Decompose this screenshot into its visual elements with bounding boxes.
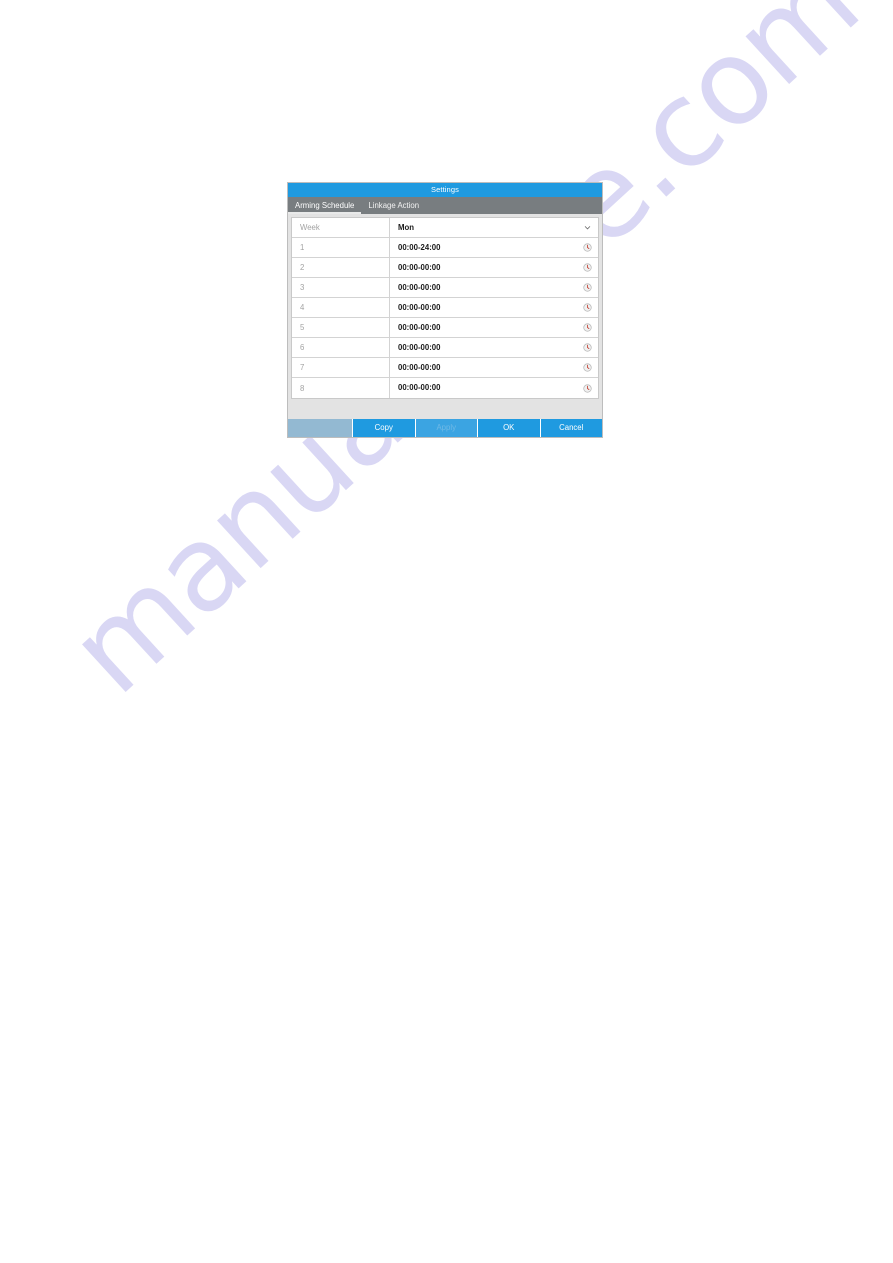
ok-button[interactable]: OK bbox=[477, 419, 540, 437]
table-row: 5 00:00-00:00 bbox=[292, 318, 598, 338]
time-range-field[interactable]: 00:00-00:00 bbox=[390, 258, 598, 277]
time-range-field[interactable]: 00:00-00:00 bbox=[390, 298, 598, 317]
dialog-body: Week Mon 1 00:00-24:00 2 00:00-00:00 3 0… bbox=[288, 214, 602, 419]
dialog-title-bar: Settings bbox=[288, 183, 602, 197]
schedule-table: Week Mon 1 00:00-24:00 2 00:00-00:00 3 0… bbox=[291, 217, 599, 399]
tab-bar: Arming Schedule Linkage Action bbox=[288, 197, 602, 214]
chevron-down-icon bbox=[583, 223, 592, 232]
time-range-value: 00:00-24:00 bbox=[398, 242, 441, 252]
footer-spacer bbox=[288, 419, 352, 437]
clock-icon[interactable] bbox=[583, 363, 592, 372]
time-range-field[interactable]: 00:00-00:00 bbox=[390, 358, 598, 377]
row-index-label: 1 bbox=[292, 238, 390, 257]
clock-icon[interactable] bbox=[583, 303, 592, 312]
table-row: 4 00:00-00:00 bbox=[292, 298, 598, 318]
row-index-label: 4 bbox=[292, 298, 390, 317]
settings-dialog: Settings Arming Schedule Linkage Action … bbox=[288, 183, 602, 437]
tab-linkage-action[interactable]: Linkage Action bbox=[361, 197, 426, 214]
row-index-label: 2 bbox=[292, 258, 390, 277]
row-index-label: 8 bbox=[292, 378, 390, 398]
time-range-field[interactable]: 00:00-00:00 bbox=[390, 378, 598, 398]
time-range-value: 00:00-00:00 bbox=[398, 383, 441, 393]
row-index-label: 3 bbox=[292, 278, 390, 297]
row-index-label: 6 bbox=[292, 338, 390, 357]
time-range-value: 00:00-00:00 bbox=[398, 362, 441, 372]
week-select[interactable]: Mon bbox=[390, 218, 598, 237]
dialog-title: Settings bbox=[431, 185, 459, 195]
row-index-label: 7 bbox=[292, 358, 390, 377]
tab-arming-schedule[interactable]: Arming Schedule bbox=[288, 197, 362, 214]
time-range-value: 00:00-00:00 bbox=[398, 342, 441, 352]
time-range-value: 00:00-00:00 bbox=[398, 302, 441, 312]
week-label: Week bbox=[292, 218, 390, 237]
table-row: 2 00:00-00:00 bbox=[292, 258, 598, 278]
apply-button[interactable]: Apply bbox=[414, 419, 477, 437]
time-range-field[interactable]: 00:00-00:00 bbox=[390, 318, 598, 337]
clock-icon[interactable] bbox=[583, 383, 592, 393]
clock-icon[interactable] bbox=[583, 283, 592, 292]
time-range-value: 00:00-00:00 bbox=[398, 282, 441, 292]
copy-button[interactable]: Copy bbox=[352, 419, 415, 437]
clock-icon[interactable] bbox=[583, 243, 592, 252]
table-row: 3 00:00-00:00 bbox=[292, 278, 598, 298]
time-range-field[interactable]: 00:00-00:00 bbox=[390, 338, 598, 357]
table-row: 6 00:00-00:00 bbox=[292, 338, 598, 358]
clock-icon[interactable] bbox=[583, 263, 592, 272]
clock-icon[interactable] bbox=[583, 323, 592, 332]
body-filler bbox=[291, 399, 599, 419]
time-range-field[interactable]: 00:00-00:00 bbox=[390, 278, 598, 297]
time-range-value: 00:00-00:00 bbox=[398, 262, 441, 272]
clock-icon[interactable] bbox=[583, 343, 592, 352]
cancel-button[interactable]: Cancel bbox=[539, 419, 602, 437]
tab-arming-schedule-label: Arming Schedule bbox=[295, 201, 355, 210]
dialog-footer: Copy Apply OK Cancel bbox=[288, 419, 602, 437]
week-select-value: Mon bbox=[398, 222, 415, 232]
table-row: 1 00:00-24:00 bbox=[292, 238, 598, 258]
row-index-label: 5 bbox=[292, 318, 390, 337]
tab-linkage-action-label: Linkage Action bbox=[368, 201, 420, 210]
week-row: Week Mon bbox=[292, 218, 598, 238]
table-row: 8 00:00-00:00 bbox=[292, 378, 598, 398]
time-range-field[interactable]: 00:00-24:00 bbox=[390, 238, 598, 257]
time-range-value: 00:00-00:00 bbox=[398, 322, 441, 332]
table-row: 7 00:00-00:00 bbox=[292, 358, 598, 378]
